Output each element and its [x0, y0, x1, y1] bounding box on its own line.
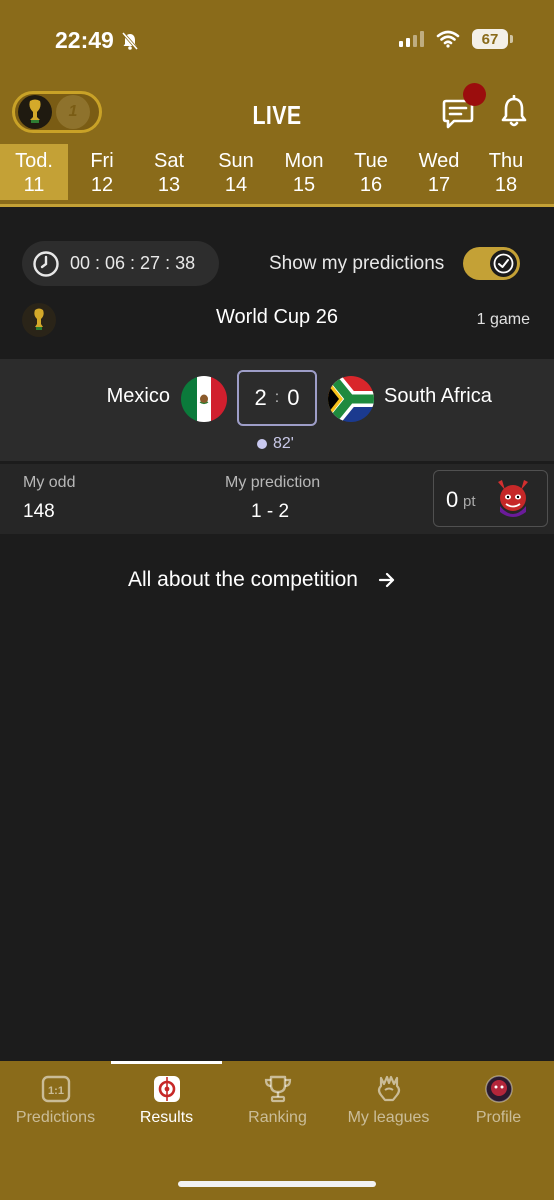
- nav-ranking[interactable]: Ranking: [222, 1061, 333, 1141]
- arrow-right-icon: [378, 572, 395, 588]
- day-tab-11[interactable]: Tod. 11: [0, 144, 68, 200]
- day-name: Thu: [488, 150, 524, 172]
- day-name: Tue: [354, 150, 388, 172]
- profile-avatar-icon: [485, 1075, 513, 1103]
- day-tab-12[interactable]: Fri 12: [68, 144, 136, 200]
- date-selector: Tod. 11 Fri 12 Sat 13 Sun 14 Mon 15 Tue …: [0, 144, 554, 200]
- signal-icon: [399, 31, 424, 47]
- status-indicators: 67: [399, 29, 513, 49]
- day-tab-16[interactable]: Tue 16: [337, 144, 405, 200]
- nav-label: My leagues: [347, 1109, 430, 1126]
- home-indicator: [178, 1181, 376, 1187]
- bell-icon[interactable]: [498, 95, 530, 129]
- day-name: Tod.: [15, 150, 53, 172]
- day-number: 11: [23, 174, 45, 196]
- prediction-label: My prediction: [225, 474, 321, 491]
- timer-text: 00 : 06 : 27 : 38: [70, 253, 196, 273]
- points-value: 0: [446, 487, 459, 512]
- battery-icon: 67: [472, 29, 513, 49]
- app-header: 22:49 67 1 LIVE Tod. 11 Fri 12 Sat 13 Su…: [0, 0, 554, 207]
- match-row[interactable]: Mexico 2 : 0 South Africa 82': [0, 359, 554, 461]
- countdown-timer: 00 : 06 : 27 : 38: [22, 241, 219, 286]
- nav-label: Ranking: [248, 1109, 307, 1126]
- odd-value: 148: [23, 501, 55, 522]
- wifi-icon: [436, 30, 460, 48]
- svg-text:1:1: 1:1: [48, 1085, 64, 1097]
- odd-label: My odd: [23, 474, 76, 491]
- away-score: 0: [287, 385, 300, 410]
- prediction-row[interactable]: My odd 148 My prediction 1 - 2 0 pt: [0, 464, 554, 534]
- day-number: 17: [427, 174, 451, 196]
- leagues-icon: [377, 1075, 401, 1102]
- competition-name[interactable]: World Cup 26: [0, 306, 554, 329]
- south-africa-flag-icon: [328, 376, 374, 422]
- nav-label: Results: [139, 1109, 194, 1126]
- day-tab-18[interactable]: Thu 18: [472, 144, 540, 200]
- predictions-icon: 1:1: [41, 1075, 71, 1103]
- clock-icon: [33, 250, 59, 277]
- minute-text: 82': [273, 435, 294, 452]
- nav-results[interactable]: Results: [111, 1061, 222, 1141]
- prediction-value: 1 - 2: [251, 501, 290, 522]
- competition-link-label: All about the competition: [128, 568, 358, 591]
- day-number: 16: [359, 174, 383, 196]
- nav-label: Profile: [475, 1109, 522, 1126]
- match-minute: 82': [257, 435, 294, 453]
- devil-avatar-icon: [498, 480, 528, 517]
- page-title: LIVE: [252, 100, 302, 130]
- day-number: 13: [157, 174, 181, 196]
- day-tab-15[interactable]: Mon 15: [270, 144, 338, 200]
- score-separator: :: [274, 389, 280, 406]
- bottom-nav: 1:1 Predictions Results Ranking My leagu…: [0, 1061, 554, 1200]
- points-unit: pt: [463, 493, 476, 510]
- nav-my-leagues[interactable]: My leagues: [333, 1061, 444, 1141]
- check-icon: [490, 250, 517, 277]
- day-tab-14[interactable]: Sun 14: [202, 144, 270, 200]
- notification-badge: [463, 83, 486, 106]
- day-name: Sun: [218, 150, 254, 172]
- battery-level: 67: [481, 30, 499, 48]
- show-predictions-toggle[interactable]: [463, 247, 520, 280]
- day-name: Sat: [153, 150, 185, 172]
- game-count: 1 game: [476, 311, 530, 328]
- day-tab-13[interactable]: Sat 13: [135, 144, 203, 200]
- trophy-icon: [264, 1075, 292, 1103]
- day-name: Mon: [284, 150, 324, 172]
- day-name: Wed: [418, 150, 460, 172]
- status-bar-time: 22:49: [55, 27, 140, 54]
- day-tab-17[interactable]: Wed 17: [405, 144, 473, 200]
- day-number: 14: [224, 174, 248, 196]
- show-predictions-label: Show my predictions: [269, 253, 445, 274]
- day-name: Fri: [90, 150, 114, 172]
- results-icon: [154, 1076, 180, 1102]
- day-number: 15: [292, 174, 316, 196]
- away-team-name: South Africa: [384, 385, 492, 407]
- nav-predictions[interactable]: 1:1 Predictions: [0, 1061, 111, 1141]
- live-dot-icon: [257, 439, 267, 449]
- points-box: 0 pt: [433, 470, 548, 527]
- day-number: 12: [90, 174, 114, 196]
- competition-info-link[interactable]: All about the competition: [128, 568, 396, 592]
- mexico-flag-icon: [181, 376, 227, 422]
- header-divider: [0, 204, 554, 207]
- nav-label: Predictions: [15, 1109, 96, 1126]
- day-number: 18: [494, 174, 518, 196]
- silent-bell-icon: [121, 31, 138, 50]
- home-team-name: Mexico: [106, 385, 170, 407]
- clock-text: 22:49: [55, 27, 114, 53]
- score-box: 2 : 0: [237, 370, 317, 426]
- home-score: 2: [254, 385, 267, 410]
- world-cup-logo-icon: [18, 95, 52, 129]
- nav-profile[interactable]: Profile: [443, 1061, 554, 1141]
